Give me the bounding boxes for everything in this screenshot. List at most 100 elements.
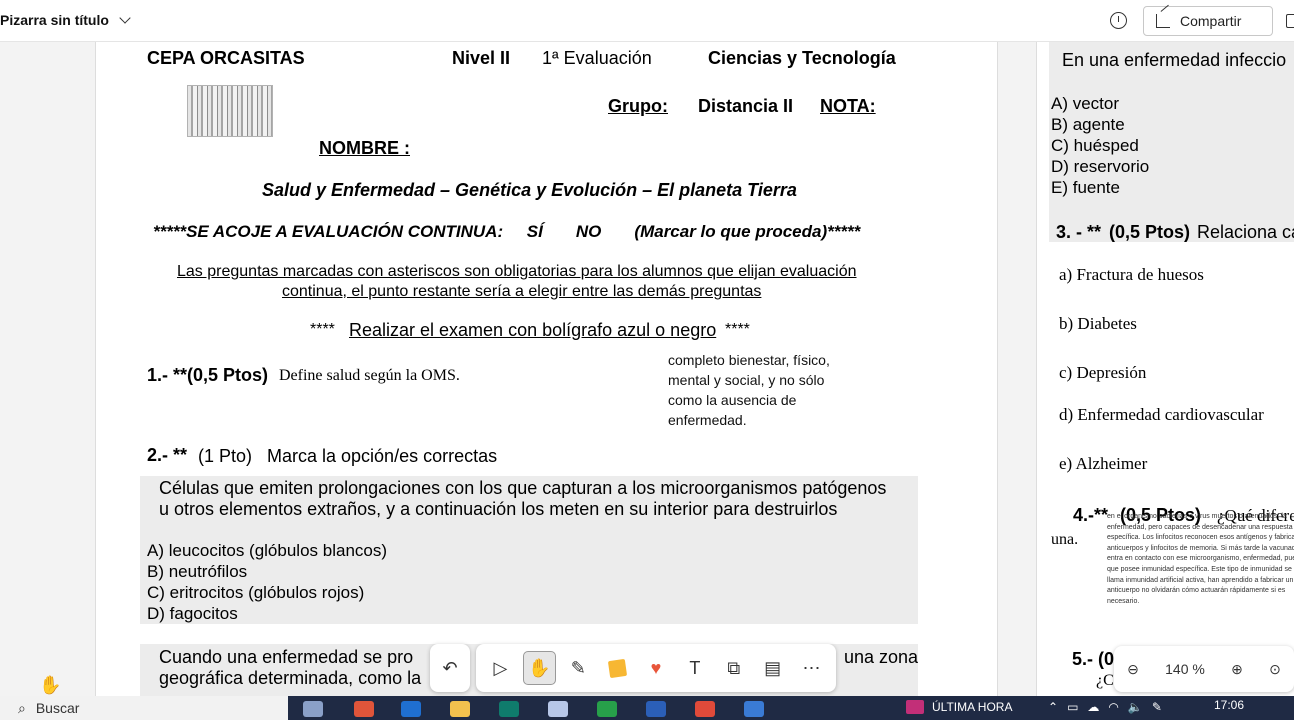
tool-palette: ▷ ✋ ✎ ♥ T ⧉ ▤ ⋯ bbox=[476, 644, 836, 692]
pen-stars-left: **** bbox=[310, 321, 335, 338]
whiteboard-canvas[interactable]: CEPA ORCASITAS Nivel II 1ª Evaluación Ci… bbox=[0, 42, 1294, 696]
q4-tail: una. bbox=[1051, 531, 1079, 548]
q2b-stem-line-2-left: geográfica determinada, como la bbox=[159, 668, 422, 688]
q3-item: a) Fractura de huesos bbox=[1059, 265, 1204, 284]
system-tray[interactable]: ⌃ ▭ ☁ ◠ 🔈 ✎ bbox=[1048, 700, 1162, 714]
cloud-icon: ☁ bbox=[1087, 700, 1100, 714]
grade-label: NOTA: bbox=[820, 96, 876, 116]
word-icon[interactable] bbox=[646, 701, 666, 717]
q2a-stem-line-1: Células que emiten prolongaciones con lo… bbox=[159, 478, 887, 498]
app-icon[interactable] bbox=[354, 701, 374, 717]
q3-item: c) Depresión bbox=[1059, 363, 1147, 382]
board-title: Pizarra sin título bbox=[0, 12, 109, 28]
topics: Salud y Enfermedad – Genética y Evolució… bbox=[262, 180, 797, 200]
chevron-up-icon: ⌃ bbox=[1048, 700, 1059, 714]
evaluation: 1ª Evaluación bbox=[542, 48, 652, 68]
q1-text: Define salud según la OMS. bbox=[279, 367, 460, 384]
q3-number: 3. - ** bbox=[1056, 222, 1102, 242]
outlook-icon[interactable] bbox=[401, 701, 421, 717]
q2-text: Marca la opción/es correctas bbox=[267, 446, 498, 466]
q3-item: e) Alzheimer bbox=[1059, 454, 1148, 473]
undo-button[interactable]: ↶ bbox=[430, 644, 470, 692]
share-icon bbox=[1156, 14, 1170, 28]
share-button[interactable]: Compartir bbox=[1143, 6, 1273, 36]
reaction-button[interactable]: ♥ bbox=[640, 651, 673, 685]
clock[interactable]: 17:06 bbox=[1214, 698, 1244, 712]
app-icon[interactable] bbox=[548, 701, 568, 717]
school-name: CEPA ORCASITAS bbox=[147, 48, 305, 68]
edge-icon[interactable] bbox=[597, 701, 617, 717]
q2c-option: A) vector bbox=[1051, 94, 1120, 113]
zoom-out-button[interactable]: ⊖ bbox=[1127, 661, 1139, 678]
shapes-tool-button[interactable]: ⧉ bbox=[717, 651, 750, 685]
pen-stars-right: **** bbox=[725, 321, 750, 338]
zoom-controls: ⊖ 140 % ⊕ ⊙ bbox=[1114, 646, 1294, 692]
search-icon: ⌕ bbox=[18, 699, 26, 716]
q2c-option: C) huésped bbox=[1051, 136, 1139, 155]
q2a-option: D) fagocitos bbox=[147, 604, 238, 623]
share-label: Compartir bbox=[1180, 13, 1242, 29]
volume-icon: 🔈 bbox=[1127, 700, 1143, 714]
subject: Ciencias y Tecnología bbox=[708, 48, 896, 68]
hand-icon: ✋ bbox=[528, 657, 551, 678]
q3-item: d) Enfermedad cardiovascular bbox=[1059, 405, 1264, 424]
wifi-icon: ◠ bbox=[1108, 700, 1119, 714]
pen-instruction: Realizar el examen con bolígrafo azul o … bbox=[349, 320, 717, 340]
pen-icon: ✎ bbox=[570, 657, 586, 678]
q5-number: 5.- (0 bbox=[1072, 649, 1115, 669]
timer-icon[interactable] bbox=[1110, 12, 1127, 29]
title-bar: Pizarra sin título Compartir bbox=[0, 0, 1294, 42]
sticky-note-button[interactable] bbox=[601, 651, 634, 685]
q1-answer-note[interactable]: completo bienestar, físico, mental y soc… bbox=[668, 350, 848, 430]
taskbar-search[interactable]: ⌕ Buscar bbox=[0, 696, 288, 720]
text-tool-button[interactable]: T bbox=[678, 651, 711, 685]
q3-points: (0,5 Ptos) bbox=[1109, 222, 1191, 242]
whiteboard-app-icon[interactable] bbox=[744, 701, 764, 717]
instructions-line-1: Las preguntas marcadas con asteriscos so… bbox=[177, 263, 857, 280]
q2c-option: E) fuente bbox=[1051, 178, 1120, 197]
q2c-stem: En una enfermedad infeccio bbox=[1062, 50, 1287, 70]
q2a-option: B) neutrófilos bbox=[147, 562, 248, 581]
app-icon[interactable] bbox=[499, 701, 519, 717]
heart-icon: ♥ bbox=[650, 657, 662, 678]
hand-tool-button[interactable]: ✋ bbox=[522, 651, 556, 685]
q2c-option: B) agente bbox=[1051, 115, 1125, 134]
fit-view-button[interactable]: ⊙ bbox=[1269, 661, 1281, 678]
q2a-stem-line-2: u otros elementos extraños, y a continua… bbox=[159, 499, 838, 519]
news-widget[interactable]: ÚLTIMA HORA bbox=[906, 700, 1012, 714]
group-label: Grupo: bbox=[608, 96, 668, 116]
select-tool-button[interactable]: ▷ bbox=[484, 651, 517, 685]
chrome-icon[interactable] bbox=[695, 701, 715, 717]
level: Nivel II bbox=[452, 48, 511, 68]
settings-icon[interactable] bbox=[1286, 14, 1294, 28]
board-title-button[interactable]: Pizarra sin título bbox=[0, 12, 131, 28]
pen-tool-button[interactable]: ✎ bbox=[562, 651, 595, 685]
name-label: NOMBRE : bbox=[319, 138, 410, 158]
battery-icon: ▭ bbox=[1067, 700, 1079, 714]
hand-cursor-icon: ✋ bbox=[39, 675, 62, 695]
more-tools-button[interactable]: ⋯ bbox=[795, 651, 828, 685]
zoom-in-button[interactable]: ⊕ bbox=[1231, 661, 1243, 678]
news-text: ÚLTIMA HORA bbox=[932, 700, 1013, 714]
file-explorer-icon[interactable] bbox=[450, 701, 470, 717]
windows-taskbar: ⌕ Buscar ÚLTIMA HORA ⌃ ▭ ☁ ◠ 🔈 ✎ 17:06 bbox=[0, 696, 1294, 720]
templates-button[interactable]: ▤ bbox=[756, 651, 789, 685]
more-icon: ⋯ bbox=[802, 657, 821, 678]
q4-number: 4.-** bbox=[1073, 505, 1109, 525]
q1-number: 1.- **(0,5 Ptos) bbox=[147, 365, 269, 385]
q2b-stem-line-1-left: Cuando una enfermedad se pro bbox=[159, 647, 414, 667]
q3-item: b) Diabetes bbox=[1059, 314, 1137, 333]
q2-points: (1 Pto) bbox=[198, 446, 253, 466]
q2a-option: A) leucocitos (glóbulos blancos) bbox=[147, 541, 388, 560]
task-view-icon[interactable] bbox=[303, 701, 323, 717]
q4-answer-note[interactable]: en el organismo bacterias o virus muerto… bbox=[1107, 512, 1294, 607]
undo-icon: ↶ bbox=[442, 657, 458, 678]
school-logo bbox=[187, 85, 273, 137]
q5-tail: ¿C bbox=[1096, 672, 1114, 689]
template-icon: ▤ bbox=[764, 657, 782, 678]
shapes-icon: ⧉ bbox=[727, 657, 741, 678]
instructions-line-2: continua, el punto restante sería a eleg… bbox=[282, 283, 762, 300]
zoom-level[interactable]: 140 % bbox=[1165, 661, 1205, 677]
chevron-down-icon bbox=[119, 12, 131, 24]
news-icon bbox=[906, 700, 924, 714]
